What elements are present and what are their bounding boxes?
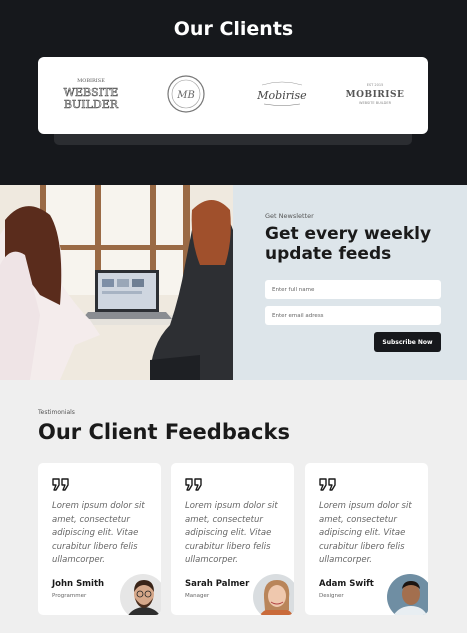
quote-icon: [52, 478, 69, 491]
testimonial-card: Lorem ipsum dolor sit amet, consectetur …: [305, 463, 428, 615]
newsletter-photo: [0, 185, 233, 380]
testimonial-quote: Lorem ipsum dolor sit amet, consectetur …: [185, 501, 278, 565]
svg-text:Mobirise: Mobirise: [256, 89, 307, 102]
testimonial-name: Sarah Palmer: [185, 579, 250, 589]
avatar: [387, 574, 428, 615]
quote-icon: [185, 478, 202, 491]
svg-text:MOBIRISE: MOBIRISE: [77, 78, 105, 84]
subscribe-button[interactable]: Subscribe Now: [374, 332, 441, 352]
clients-section: Our Clients MOBIRISE WEBSITE BUILDER MB …: [0, 0, 467, 185]
client-logo-mobirise-script[interactable]: Mobirise: [254, 71, 310, 117]
avatar: [253, 574, 294, 615]
testimonials-title: Our Client Feedbacks: [38, 420, 290, 444]
newsletter-section: Get Newsletter Get every weekly update f…: [0, 185, 467, 380]
svg-text:MOBIRISE: MOBIRISE: [346, 90, 405, 100]
svg-text:EST 2015: EST 2015: [367, 83, 384, 87]
testimonials-section: Testimonials Our Client Feedbacks Lorem …: [0, 380, 467, 633]
testimonial-quote: Lorem ipsum dolor sit amet, consectetur …: [52, 501, 145, 565]
newsletter-title: Get every weekly update feeds: [265, 224, 432, 264]
testimonial-quote: Lorem ipsum dolor sit amet, consectetur …: [319, 501, 412, 565]
email-input[interactable]: Enter email adress: [265, 306, 441, 325]
testimonial-card: Lorem ipsum dolor sit amet, consectetur …: [171, 463, 294, 615]
svg-text:WEBSITE BUILDER: WEBSITE BUILDER: [359, 101, 392, 105]
testimonial-role: Programmer: [52, 593, 87, 599]
clients-logo-card: MOBIRISE WEBSITE BUILDER MB Mobirise EST…: [38, 57, 428, 134]
testimonial-card: Lorem ipsum dolor sit amet, consectetur …: [38, 463, 161, 615]
testimonial-role: Manager: [185, 593, 210, 599]
quote-icon: [319, 478, 336, 491]
avatar: [120, 574, 161, 615]
testimonial-role: Designer: [319, 593, 344, 599]
clients-title: Our Clients: [173, 18, 294, 40]
testimonial-name: Adam Swift: [319, 579, 374, 589]
testimonial-name: John Smith: [52, 579, 105, 589]
svg-text:BUILDER: BUILDER: [64, 98, 119, 111]
svg-text:MB: MB: [176, 90, 195, 101]
client-logo-seal[interactable]: MB: [164, 71, 208, 117]
newsletter-kicker: Get Newsletter: [265, 212, 314, 220]
testimonials-kicker: Testimonials: [38, 409, 75, 416]
client-logo-website-builder[interactable]: MOBIRISE WEBSITE BUILDER: [60, 71, 122, 117]
client-logo-mobirise-wordmark[interactable]: EST 2015 MOBIRISE WEBSITE BUILDER: [345, 71, 405, 117]
full-name-input[interactable]: Enter full name: [265, 280, 441, 299]
